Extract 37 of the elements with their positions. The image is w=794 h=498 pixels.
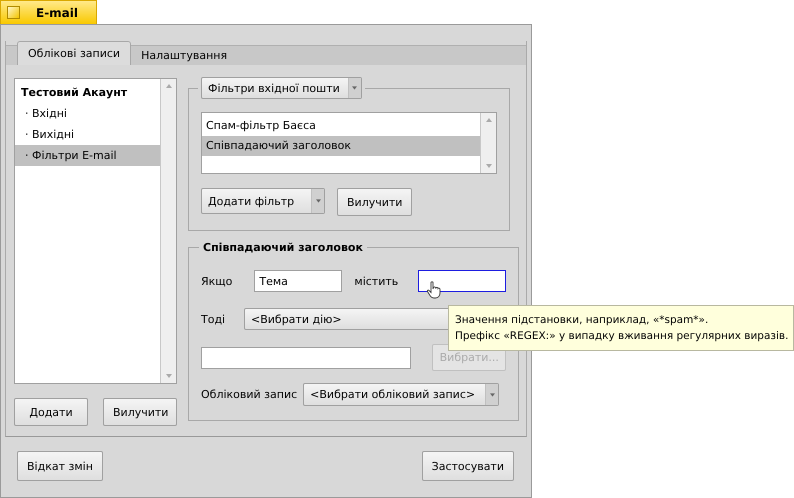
- then-label: Тоді: [201, 312, 226, 326]
- scroll-up-icon[interactable]: [164, 82, 172, 90]
- filter-type-menu[interactable]: Фільтри вхідної пошти: [201, 77, 362, 99]
- account-label: Обліковий запис: [201, 388, 298, 401]
- caret-icon: [316, 199, 320, 203]
- account-menu[interactable]: <Вибрати обліковий запис>: [303, 383, 500, 406]
- window-title: E-mail: [0, 0, 97, 24]
- account-item[interactable]: · Вихідні: [15, 124, 160, 145]
- scroll-down-icon[interactable]: [164, 372, 172, 380]
- scrollbar[interactable]: [480, 113, 496, 173]
- apply-button[interactable]: Застосувати: [422, 451, 514, 482]
- account-item[interactable]: · Вхідні: [15, 103, 160, 124]
- caret-icon: [490, 392, 495, 396]
- account-item[interactable]: Тестовий Акаунт: [15, 82, 160, 103]
- tab[interactable]: Налаштування: [131, 45, 238, 65]
- scrollbar[interactable]: [160, 79, 176, 383]
- window-close-icon[interactable]: [7, 6, 20, 19]
- if-label: Якщо: [201, 274, 232, 288]
- path-field[interactable]: [201, 346, 411, 368]
- pattern-field[interactable]: [418, 270, 506, 292]
- account-item[interactable]: · Фільтри E-mail: [15, 145, 160, 166]
- scroll-down-icon[interactable]: [484, 162, 492, 170]
- header-field[interactable]: Тема: [254, 270, 342, 292]
- tab[interactable]: Облікові записи: [17, 41, 132, 65]
- filter-item[interactable]: Спам-фільтр Баєса: [202, 116, 480, 136]
- scroll-up-icon[interactable]: [484, 116, 492, 124]
- hand-cursor-icon: [426, 281, 442, 299]
- add-filter-menu[interactable]: Додати фільтр: [201, 188, 325, 214]
- account-button[interactable]: Додати: [14, 398, 88, 426]
- remove-filter-button[interactable]: Вилучити: [337, 188, 412, 216]
- group-title: Співпадаючий заголовок: [203, 241, 363, 254]
- tooltip-text: Префікс «REGEX:» у випадку вживання регулярних виразів.: [455, 329, 788, 344]
- revert-button[interactable]: Відкат змін: [17, 451, 103, 482]
- filter-item[interactable]: Співпадаючий заголовок: [202, 136, 480, 156]
- caret-icon: [352, 86, 358, 90]
- account-button[interactable]: Вилучити: [103, 398, 177, 426]
- contains-label: містить: [354, 274, 398, 288]
